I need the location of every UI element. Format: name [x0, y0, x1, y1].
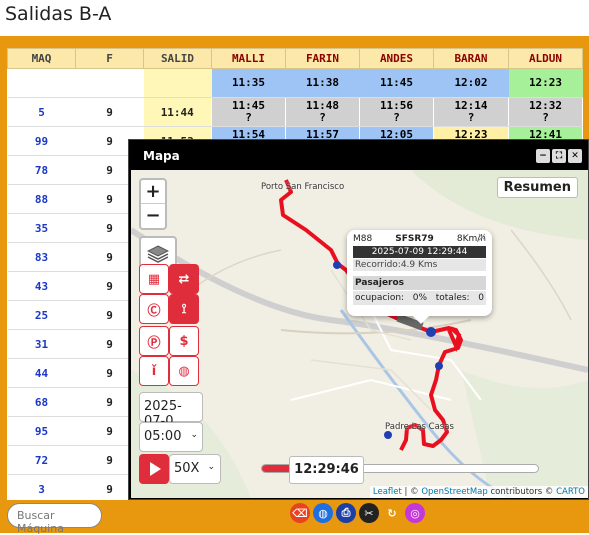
parking-icon[interactable]: Ⓟ: [139, 326, 169, 356]
popup-pasajeros-label: Pasajeros: [353, 276, 486, 290]
start-time-select[interactable]: 05:00 ⌄: [139, 422, 203, 452]
time-cell: 11:45?: [211, 97, 286, 127]
leaflet-link[interactable]: Leaflet: [373, 487, 402, 497]
time-actual: ?: [542, 111, 549, 124]
time-cell: 12:32?: [508, 97, 583, 127]
popup-plate: SFSR79: [395, 234, 434, 244]
globe-icon[interactable]: ◍: [313, 503, 333, 523]
maq-cell: 88: [7, 184, 76, 214]
printer-icon[interactable]: ⎙: [336, 503, 356, 523]
time-actual: ?: [245, 111, 252, 124]
col-header-f[interactable]: F: [75, 48, 144, 69]
col-header-baran[interactable]: BARAN: [433, 48, 509, 69]
col-header-aldun[interactable]: ALDUN: [508, 48, 583, 69]
map-attribution: Leaflet | © OpenStreetMap contributors ©…: [369, 486, 588, 498]
time-cell: 12:14?: [433, 97, 509, 127]
col-header-farin[interactable]: FARIN: [285, 48, 360, 69]
zoom-out-button[interactable]: −: [141, 204, 165, 228]
popup-occupancy-row: ocupacion: 0% totales: 0: [353, 291, 486, 305]
play-button[interactable]: [139, 454, 169, 484]
col-header-malli[interactable]: MALLI: [211, 48, 286, 69]
refresh-icon[interactable]: ↻: [382, 503, 402, 523]
maq-cell: 72: [7, 445, 76, 475]
maq-cell: 43: [7, 271, 76, 301]
close-icon[interactable]: ✕: [568, 149, 582, 163]
minimize-icon[interactable]: −: [536, 149, 550, 163]
map-canvas[interactable]: Porto San Francisco Padre Las Casas + − …: [131, 170, 588, 498]
table-cell: 11:35: [211, 68, 286, 98]
page-title: Salidas B-A: [5, 3, 112, 25]
table-row-partial: 11:35 11:38 11:45 12:02 12:23: [7, 68, 583, 98]
zoom-control: + −: [139, 178, 167, 230]
time-cell: 11:56?: [359, 97, 434, 127]
search-machine-input[interactable]: Buscar Máquina: [7, 503, 102, 535]
salid-cell: 11:44: [143, 97, 212, 127]
table-header-row: MAQ F SALID MALLI FARIN ANDES BARAN ALDU…: [7, 48, 583, 69]
popup-tip: [413, 316, 429, 324]
date-input[interactable]: 2025-07-0: [139, 392, 203, 429]
calendar-icon[interactable]: ▦: [139, 264, 169, 294]
map-label-padre-las-casas: Padre Las Casas: [385, 422, 454, 432]
chevron-down-icon: ⌄: [190, 430, 198, 440]
map-window: Mapa − ⛶ ✕ Porto San Francisco Padre Las…: [128, 139, 589, 500]
target-icon[interactable]: ◎: [405, 503, 425, 523]
layers-icon: [147, 245, 169, 263]
table-cell: 11:45: [359, 68, 434, 98]
table-cell: 12:23: [508, 68, 583, 98]
popup-ocupacion-label: ocupacion:: [355, 293, 405, 303]
popup-ocupacion-value: 0%: [412, 293, 428, 303]
speed-select[interactable]: 50X ⌄: [169, 454, 221, 484]
map-window-title: Mapa: [143, 149, 180, 163]
eraser-icon[interactable]: ⌫: [290, 503, 310, 523]
maq-cell: 31: [7, 329, 76, 359]
popup-totales-label: totales:: [435, 293, 470, 303]
col-header-maq[interactable]: MAQ: [7, 48, 76, 69]
chevron-down-icon: ⌄: [207, 462, 215, 472]
scissors-icon[interactable]: ✂: [359, 503, 379, 523]
maximize-icon[interactable]: ⛶: [552, 149, 566, 163]
table-row[interactable]: 5 9 11:44 11:45? 11:48? 11:56? 12:14? 12:32?: [7, 97, 583, 127]
maq-cell: 68: [7, 387, 76, 417]
time-actual: ?: [393, 111, 400, 124]
globe-icon[interactable]: ◍: [169, 356, 199, 386]
popup-recorrido: Recorrido:4.9 Kms: [353, 259, 486, 271]
person-icon[interactable]: ǐ: [139, 356, 169, 386]
maq-cell: 35: [7, 213, 76, 243]
current-time-display: 12:29:46: [289, 456, 364, 484]
vehicle-popup: × M88 SFSR79 8Km/h 2025-07-09 12:29:44 R…: [347, 230, 492, 316]
popup-datetime: 2025-07-09 12:29:44: [353, 246, 486, 258]
vehicle-marker-icon: [426, 327, 436, 337]
time-cell: 11:48?: [285, 97, 360, 127]
map-label-porto: Porto San Francisco: [261, 182, 345, 192]
progress-fill: [262, 465, 293, 472]
popup-vehicle: M88: [353, 234, 373, 244]
col-header-andes[interactable]: ANDES: [359, 48, 434, 69]
table-cell: 12:02: [433, 68, 509, 98]
maq-cell: 95: [7, 416, 76, 446]
maq-cell: 83: [7, 242, 76, 272]
circle-c-icon[interactable]: Ⓒ: [139, 294, 169, 324]
maq-cell: 25: [7, 300, 76, 330]
map-window-header[interactable]: Mapa − ⛶ ✕: [129, 140, 588, 169]
maq-cell: 5: [7, 97, 76, 127]
osm-link[interactable]: OpenStreetMap: [421, 487, 487, 497]
col-header-salid[interactable]: SALID: [143, 48, 212, 69]
zoom-in-button[interactable]: +: [141, 180, 165, 204]
maq-cell: 99: [7, 126, 76, 156]
bottom-icon-bar: ⌫ ◍ ⎙ ✂ ↻ ◎: [290, 503, 425, 523]
popup-totales-value: 0: [478, 293, 484, 303]
route-icon[interactable]: ⟟: [169, 294, 199, 324]
f-cell: 9: [75, 97, 144, 127]
maq-cell: 44: [7, 358, 76, 388]
dollar-icon[interactable]: $: [169, 326, 199, 356]
maq-cell: 78: [7, 155, 76, 185]
swap-icon[interactable]: ⇄: [169, 264, 199, 294]
time-actual: ?: [467, 111, 475, 124]
popup-close-icon[interactable]: ×: [477, 230, 487, 244]
resumen-button[interactable]: Resumen: [496, 177, 578, 198]
time-actual: ?: [319, 111, 326, 124]
table-cell: 11:38: [285, 68, 360, 98]
carto-link[interactable]: CARTO: [556, 487, 585, 497]
